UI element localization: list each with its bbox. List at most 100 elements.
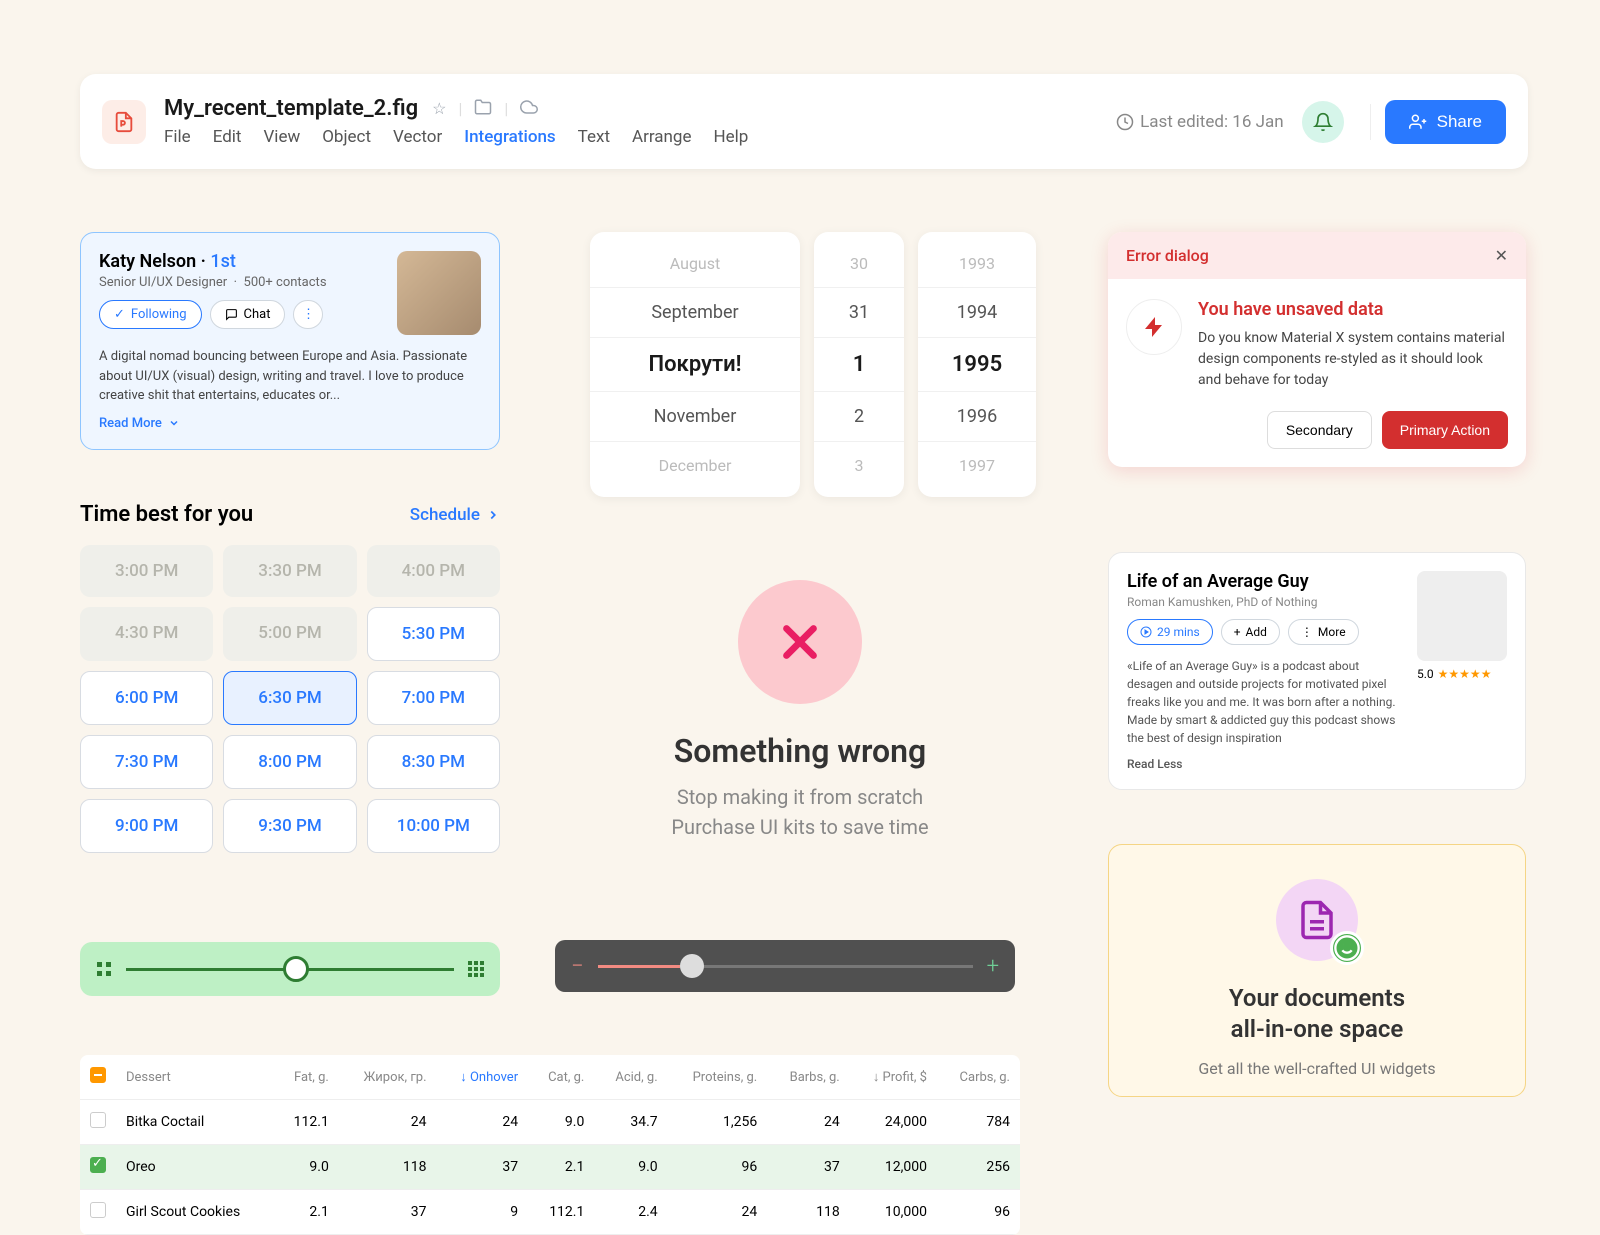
column-header[interactable]: Barbs, g. <box>767 1055 850 1100</box>
read-less-link[interactable]: Read Less <box>1127 757 1401 771</box>
x-icon <box>773 615 827 669</box>
time-slot[interactable]: 8:00 PM <box>223 735 356 789</box>
menu-integrations[interactable]: Integrations <box>464 127 555 147</box>
slider-track[interactable] <box>598 965 973 968</box>
cell: 9.0 <box>274 1145 339 1190</box>
cell: 112.1 <box>528 1190 594 1235</box>
menu-file[interactable]: File <box>164 127 191 147</box>
time-slot[interactable]: 7:30 PM <box>80 735 213 789</box>
cell: Bitka Coctail <box>116 1100 274 1145</box>
menu-help[interactable]: Help <box>714 127 749 147</box>
year-column[interactable]: 1993 1994 1995 1996 1997 <box>918 232 1036 497</box>
schedule-link[interactable]: Schedule <box>410 505 500 525</box>
time-slot: 3:00 PM <box>80 545 213 597</box>
time-slot[interactable]: 6:30 PM <box>223 671 356 725</box>
clock-icon <box>1116 113 1134 131</box>
menu-edit[interactable]: Edit <box>213 127 242 147</box>
cell: 9.0 <box>594 1145 667 1190</box>
date-wheel-picker: August September Покрути! November Decem… <box>590 232 1036 497</box>
column-header[interactable]: Carbs, g. <box>937 1055 1020 1100</box>
cell: 9 <box>437 1190 529 1235</box>
cell: 24 <box>339 1100 437 1145</box>
cloud-icon[interactable] <box>520 98 538 120</box>
menu-vector[interactable]: Vector <box>393 127 442 147</box>
grid-large-icon <box>468 961 484 977</box>
star-icon[interactable]: ☆ <box>432 99 446 118</box>
time-slot[interactable]: 9:30 PM <box>223 799 356 853</box>
following-button[interactable]: ✓ Following <box>99 300 202 329</box>
read-more-link[interactable]: Read More <box>99 416 481 431</box>
time-slot[interactable]: 6:00 PM <box>80 671 213 725</box>
cell: 37 <box>339 1190 437 1235</box>
primary-button[interactable]: Primary Action <box>1382 411 1508 449</box>
error-state: Something wrong Stop making it from scra… <box>570 580 1030 842</box>
time-slot[interactable]: 5:30 PM <box>367 607 500 661</box>
cell: 2.1 <box>528 1145 594 1190</box>
menu-object[interactable]: Object <box>322 127 371 147</box>
play-button[interactable]: 29 mins <box>1127 619 1213 645</box>
cell: 24 <box>767 1100 850 1145</box>
cell: 34.7 <box>594 1100 667 1145</box>
cell: 2.4 <box>594 1190 667 1235</box>
column-header[interactable]: ↓ Onhover <box>437 1055 529 1100</box>
month-column[interactable]: August September Покрути! November Decem… <box>590 232 800 497</box>
slider-green[interactable] <box>80 942 500 996</box>
error-icon-circle <box>738 580 862 704</box>
docs-title: Your documentsall-in-one space <box>1127 983 1507 1045</box>
error-subtitle: Stop making it from scratchPurchase UI k… <box>570 782 1030 842</box>
profile-card: Katy Nelson · 1st Senior UI/UX Designer … <box>80 232 500 450</box>
chat-icon <box>225 308 238 321</box>
smiley-badge-icon <box>1330 931 1364 965</box>
dialog-title: You have unsaved data <box>1198 299 1508 320</box>
add-button[interactable]: + Add <box>1221 619 1280 645</box>
menu-text[interactable]: Text <box>578 127 610 147</box>
cell: 256 <box>937 1145 1020 1190</box>
cell: Girl Scout Cookies <box>116 1190 274 1235</box>
row-checkbox[interactable] <box>90 1112 106 1128</box>
more-button[interactable]: ⋮ <box>293 300 323 329</box>
table-row[interactable]: Bitka Coctail112.124249.034.71,2562424,0… <box>80 1100 1020 1145</box>
rating: 5.0 ★★★★★ <box>1417 667 1507 681</box>
more-button[interactable]: ⋮ More <box>1288 619 1359 645</box>
zoom-out-button[interactable]: − <box>571 954 584 979</box>
time-slot[interactable]: 7:00 PM <box>367 671 500 725</box>
slider-thumb[interactable] <box>283 956 309 982</box>
column-header[interactable]: Acid, g. <box>594 1055 667 1100</box>
share-button[interactable]: Share <box>1385 100 1506 144</box>
chat-button[interactable]: Chat <box>210 300 286 329</box>
time-picker: Time best for you Schedule 3:00 PM3:30 P… <box>80 502 500 853</box>
slider-thumb[interactable] <box>680 954 704 978</box>
column-header[interactable]: Fat, g. <box>274 1055 339 1100</box>
menu-arrange[interactable]: Arrange <box>632 127 691 147</box>
row-checkbox[interactable] <box>90 1202 106 1218</box>
column-header[interactable]: Proteins, g. <box>668 1055 768 1100</box>
cell: 118 <box>767 1190 850 1235</box>
column-header[interactable]: Жирок, гр. <box>339 1055 437 1100</box>
table-row[interactable]: Girl Scout Cookies2.1379112.12.42411810,… <box>80 1190 1020 1235</box>
cell: 112.1 <box>274 1100 339 1145</box>
bell-icon <box>1313 112 1333 132</box>
last-edited-label: Last edited: 16 Jan <box>1116 112 1284 132</box>
time-slot[interactable]: 9:00 PM <box>80 799 213 853</box>
checkbox-all[interactable] <box>90 1067 106 1083</box>
time-slot[interactable]: 10:00 PM <box>367 799 500 853</box>
table-row[interactable]: Oreo9.0118372.19.0963712,000256 <box>80 1145 1020 1190</box>
slider-track[interactable] <box>126 968 454 971</box>
close-button[interactable]: ✕ <box>1495 246 1508 265</box>
time-slot[interactable]: 8:30 PM <box>367 735 500 789</box>
zoom-in-button[interactable]: + <box>987 954 999 979</box>
menu-view[interactable]: View <box>263 127 300 147</box>
day-column[interactable]: 30 31 1 2 3 <box>814 232 904 497</box>
folder-icon[interactable] <box>474 98 492 120</box>
time-slot: 4:30 PM <box>80 607 213 661</box>
topbar: My_recent_template_2.fig ☆ | | File Edit… <box>80 74 1528 169</box>
cell: 118 <box>339 1145 437 1190</box>
slider-dark[interactable]: − + <box>555 940 1015 992</box>
column-header[interactable]: Cat, g. <box>528 1055 594 1100</box>
column-header[interactable]: Dessert <box>116 1055 274 1100</box>
notifications-button[interactable] <box>1302 101 1344 143</box>
row-checkbox[interactable] <box>90 1157 106 1173</box>
column-header[interactable]: ↓ Profit, $ <box>850 1055 937 1100</box>
secondary-button[interactable]: Secondary <box>1267 411 1372 449</box>
error-dialog: Error dialog ✕ You have unsaved data Do … <box>1108 232 1526 467</box>
